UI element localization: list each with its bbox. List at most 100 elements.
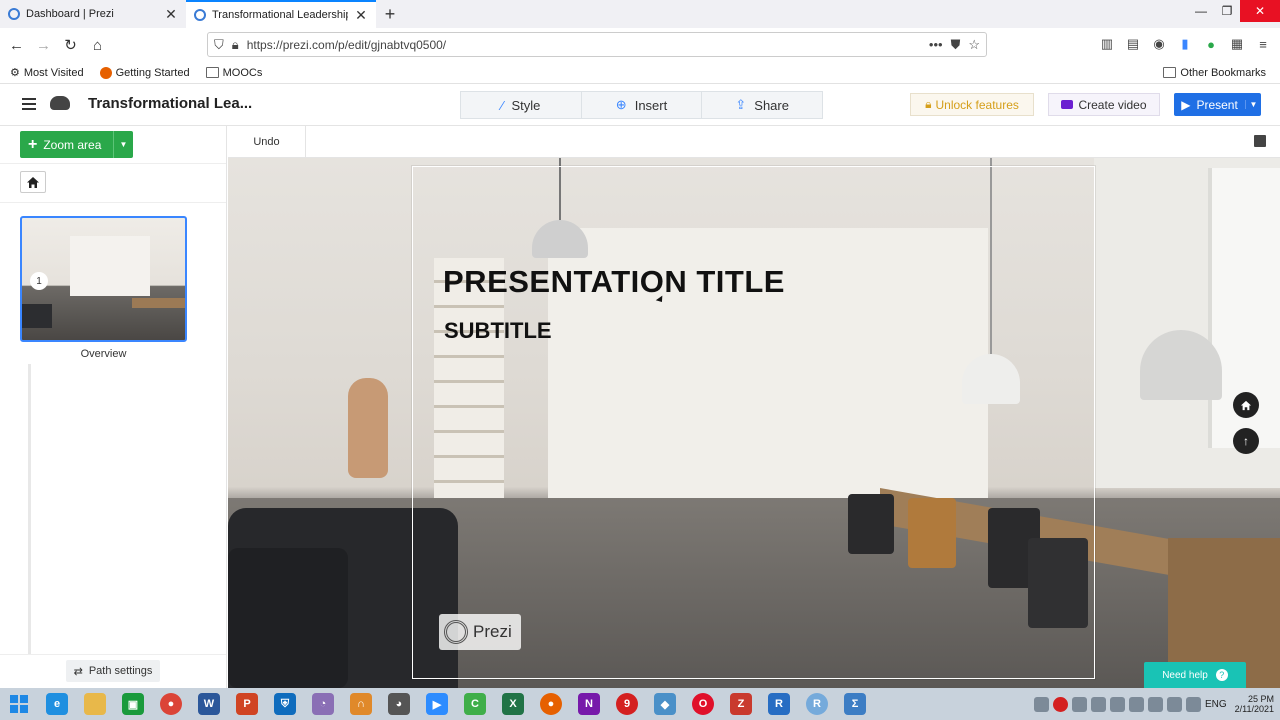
onedrive-icon[interactable] xyxy=(1071,696,1087,712)
new-tab-button[interactable]: + xyxy=(376,0,404,28)
gear-icon: ⚙ xyxy=(10,67,20,79)
slide-title[interactable]: PRESENTATION TITLE xyxy=(443,264,785,300)
browser-nav-bar: ← → ↻ ⌂ ⛉ 🔒︎ https://prezi.com/p/edit/gj… xyxy=(0,28,1280,62)
presentation-title[interactable]: Transformational Lea... xyxy=(88,95,252,112)
keyboard-icon[interactable] xyxy=(1033,696,1049,712)
tray-app-icon[interactable] xyxy=(1185,696,1201,712)
bookmark-star-icon[interactable]: ☆ xyxy=(968,37,980,53)
browser-tab-transformational-leadership[interactable]: Transformational Leadership | P ✕ xyxy=(186,0,376,28)
pocket-icon[interactable]: ⛊ xyxy=(951,37,961,53)
clock[interactable]: 25 PM 2/11/2021 xyxy=(1235,694,1274,714)
need-help-button[interactable]: Need help ? xyxy=(1144,662,1246,688)
back-icon[interactable]: ← xyxy=(3,31,30,59)
slide-subtitle[interactable]: SUBTITLE xyxy=(444,318,552,344)
menu-icon[interactable]: ≡ xyxy=(1254,33,1272,55)
zoom-out-button[interactable]: ↑ xyxy=(1233,428,1259,454)
taskbar-excel[interactable]: X xyxy=(494,688,532,720)
taskbar-store[interactable]: ▣ xyxy=(114,688,152,720)
tray-app-icon[interactable] xyxy=(1147,696,1163,712)
taskbar-defender[interactable]: ⛨ xyxy=(266,688,304,720)
taskbar-app-box[interactable]: ◆ xyxy=(646,688,684,720)
taskbar-zoom[interactable]: ▶ xyxy=(418,688,456,720)
language-indicator[interactable]: ENG xyxy=(1205,699,1227,710)
zoom-area-button[interactable]: + Zoom area ▼ xyxy=(20,131,133,158)
taskbar-app-z[interactable]: Z xyxy=(722,688,760,720)
home-button[interactable] xyxy=(20,171,46,193)
editor-canvas[interactable]: PRESENTATION TITLE SUBTITLE Prezi ↑ Need… xyxy=(228,158,1280,688)
volume-icon[interactable] xyxy=(1128,696,1144,712)
cloud-save-icon[interactable] xyxy=(50,96,70,110)
taskbar-audacity[interactable]: ∩ xyxy=(342,688,380,720)
bookmark-other[interactable]: Other Bookmarks xyxy=(1163,67,1266,79)
minimize-icon[interactable]: — xyxy=(1188,0,1214,22)
camtasia-icon: C xyxy=(464,693,486,715)
page-actions-icon[interactable]: ••• xyxy=(929,37,943,52)
taskbar-powerpoint[interactable]: P xyxy=(228,688,266,720)
sidebar-icon[interactable]: ▤ xyxy=(1124,33,1142,55)
taskbar-app-gauge[interactable]: ◔ xyxy=(304,688,342,720)
shield-icon[interactable]: ⛉ xyxy=(214,37,224,53)
taskbar-opera[interactable]: O xyxy=(684,688,722,720)
reload-icon[interactable]: ↻ xyxy=(57,31,84,59)
url-text[interactable]: https://prezi.com/p/edit/gjnabtvq0500/ xyxy=(247,38,921,52)
extension-doc-icon[interactable]: ▮ xyxy=(1176,33,1194,55)
chevron-down-icon[interactable]: ▼ xyxy=(1245,100,1261,109)
taskbar-app-red[interactable]: 9 xyxy=(608,688,646,720)
tray-app-icon[interactable] xyxy=(1166,696,1182,712)
present-button[interactable]: ▶ Present ▼ xyxy=(1174,93,1261,116)
taskbar-app-globe[interactable]: Σ xyxy=(836,688,874,720)
home-icon[interactable]: ⌂ xyxy=(84,31,111,59)
bookmark-moocs[interactable]: MOOCs xyxy=(205,67,262,79)
taskbar-onenote[interactable]: N xyxy=(570,688,608,720)
close-icon[interactable]: ✕ xyxy=(354,7,368,24)
home-view-button[interactable] xyxy=(1233,392,1259,418)
slide-frame[interactable] xyxy=(412,166,1095,679)
bookmark-most-visited[interactable]: ⚙ Most Visited xyxy=(10,66,84,80)
forward-icon[interactable]: → xyxy=(30,31,57,59)
address-bar[interactable]: ⛉ 🔒︎ https://prezi.com/p/edit/gjnabtvq05… xyxy=(207,32,987,57)
network-icon[interactable] xyxy=(1109,696,1125,712)
red-app-icon: 9 xyxy=(616,693,638,715)
gauge-icon: ◔ xyxy=(312,693,334,715)
bookmark-label: Other Bookmarks xyxy=(1180,66,1266,79)
taskbar-firefox[interactable]: ● xyxy=(532,688,570,720)
taskbar-word[interactable]: W xyxy=(190,688,228,720)
opera-icon: O xyxy=(692,693,714,715)
share-button[interactable]: ⇪ Share xyxy=(702,92,822,118)
library-icon[interactable]: ▥ xyxy=(1098,33,1116,55)
start-button[interactable] xyxy=(0,688,38,720)
hamburger-menu-icon[interactable] xyxy=(22,98,36,110)
taskbar-app-panda[interactable]: ◕ xyxy=(380,688,418,720)
extension-check-icon[interactable]: ● xyxy=(1202,33,1220,55)
maximize-icon[interactable]: ❐ xyxy=(1214,0,1240,22)
window-close-icon[interactable]: ✕ xyxy=(1240,0,1280,22)
headphones-icon: ∩ xyxy=(350,693,372,715)
tab-title: Transformational Leadership | P xyxy=(212,9,348,21)
unlock-features-button[interactable]: 🔒︎ Unlock features xyxy=(910,93,1034,116)
taskbar-r[interactable]: R xyxy=(760,688,798,720)
taskbar-explorer[interactable] xyxy=(76,688,114,720)
path-settings-button[interactable]: ⇄ Path settings xyxy=(66,660,160,682)
extensions-icon[interactable]: ▦ xyxy=(1228,33,1246,55)
close-icon[interactable]: ✕ xyxy=(164,6,178,23)
insert-button[interactable]: ⊕ Insert xyxy=(582,92,703,118)
overview-thumbnail[interactable]: 1 xyxy=(20,216,187,342)
create-video-button[interactable]: Create video xyxy=(1048,93,1160,116)
notes-icon[interactable] xyxy=(1254,135,1266,147)
taskbar-ie[interactable]: e xyxy=(38,688,76,720)
taskbar-camtasia[interactable]: C xyxy=(456,688,494,720)
browser-tab-dashboard[interactable]: Dashboard | Prezi ✕ xyxy=(0,0,186,28)
folder-icon xyxy=(84,693,106,715)
path-settings-label: Path settings xyxy=(88,665,153,677)
tray-app-icon[interactable] xyxy=(1090,696,1106,712)
style-button[interactable]: ⁄ Style xyxy=(461,92,582,118)
taskbar-rstudio[interactable]: R xyxy=(798,688,836,720)
chevron-down-icon[interactable]: ▼ xyxy=(113,131,133,158)
taskbar-chrome[interactable]: ● xyxy=(152,688,190,720)
share-label: Share xyxy=(754,97,789,113)
bookmark-getting-started[interactable]: Getting Started xyxy=(99,66,190,79)
lock-icon[interactable]: 🔒︎ xyxy=(232,37,239,53)
undo-button[interactable]: Undo xyxy=(228,126,306,157)
opera-tray-icon[interactable] xyxy=(1052,696,1068,712)
account-icon[interactable]: ◉ xyxy=(1150,33,1168,55)
